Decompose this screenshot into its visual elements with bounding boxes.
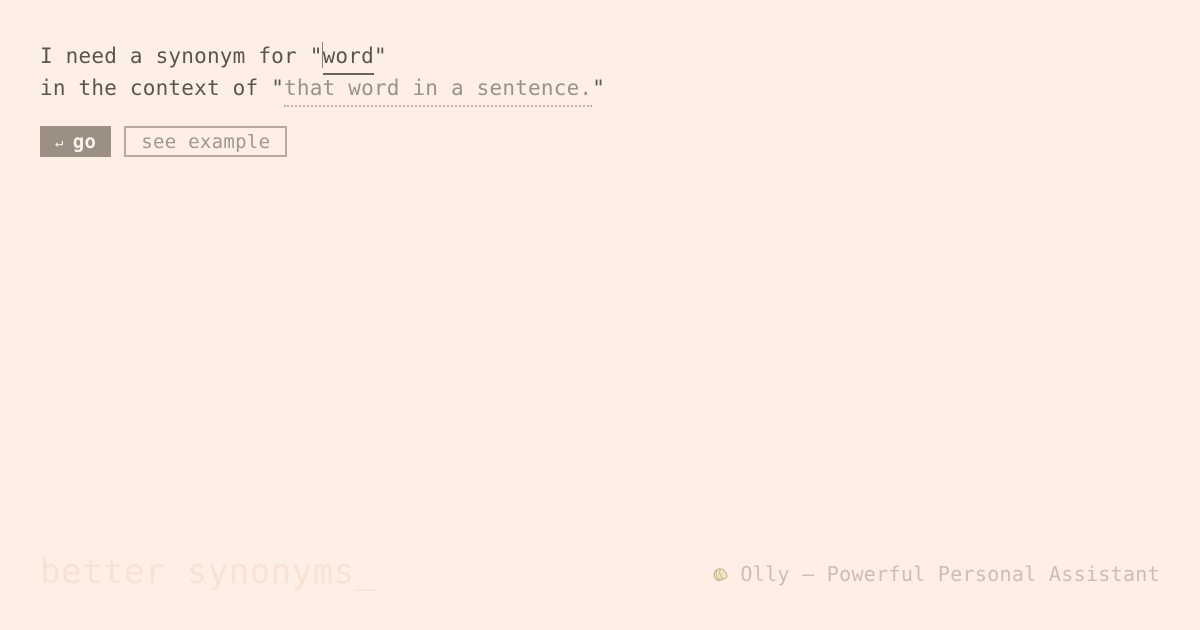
- see-example-button-label: see example: [141, 130, 271, 153]
- brand-wordmark: better synonyms_: [40, 552, 376, 592]
- open-quote-context: ": [271, 76, 285, 100]
- close-quote-word: ": [373, 44, 387, 68]
- context-input[interactable]: that word in a sentence.: [284, 72, 593, 107]
- app-root: { "colors": { "background": "#fdeee6", "…: [0, 0, 1200, 630]
- return-arrow-icon: ↵: [55, 134, 64, 151]
- go-button[interactable]: ↵ go: [40, 126, 112, 157]
- action-bar: ↵ go see example: [40, 126, 288, 157]
- footer-credit[interactable]: Olly — Powerful Personal Assistant: [711, 562, 1160, 586]
- prompt-line-2-text: in the context of: [40, 76, 272, 100]
- prompt-line-1-text: I need a synonym for: [40, 44, 310, 68]
- close-quote-context: ": [592, 76, 606, 100]
- prompt-line-1: I need a synonym for "word": [40, 40, 605, 75]
- go-button-label: go: [72, 130, 97, 153]
- footer-credit-label: Olly — Powerful Personal Assistant: [740, 562, 1160, 586]
- prompt-line-2: in the context of "that word in a senten…: [40, 72, 606, 107]
- see-example-button[interactable]: see example: [124, 126, 288, 157]
- prompt-block: I need a synonym for "word" in the conte…: [40, 40, 606, 107]
- olly-shell-icon: [711, 565, 730, 584]
- word-input[interactable]: word: [321, 40, 374, 75]
